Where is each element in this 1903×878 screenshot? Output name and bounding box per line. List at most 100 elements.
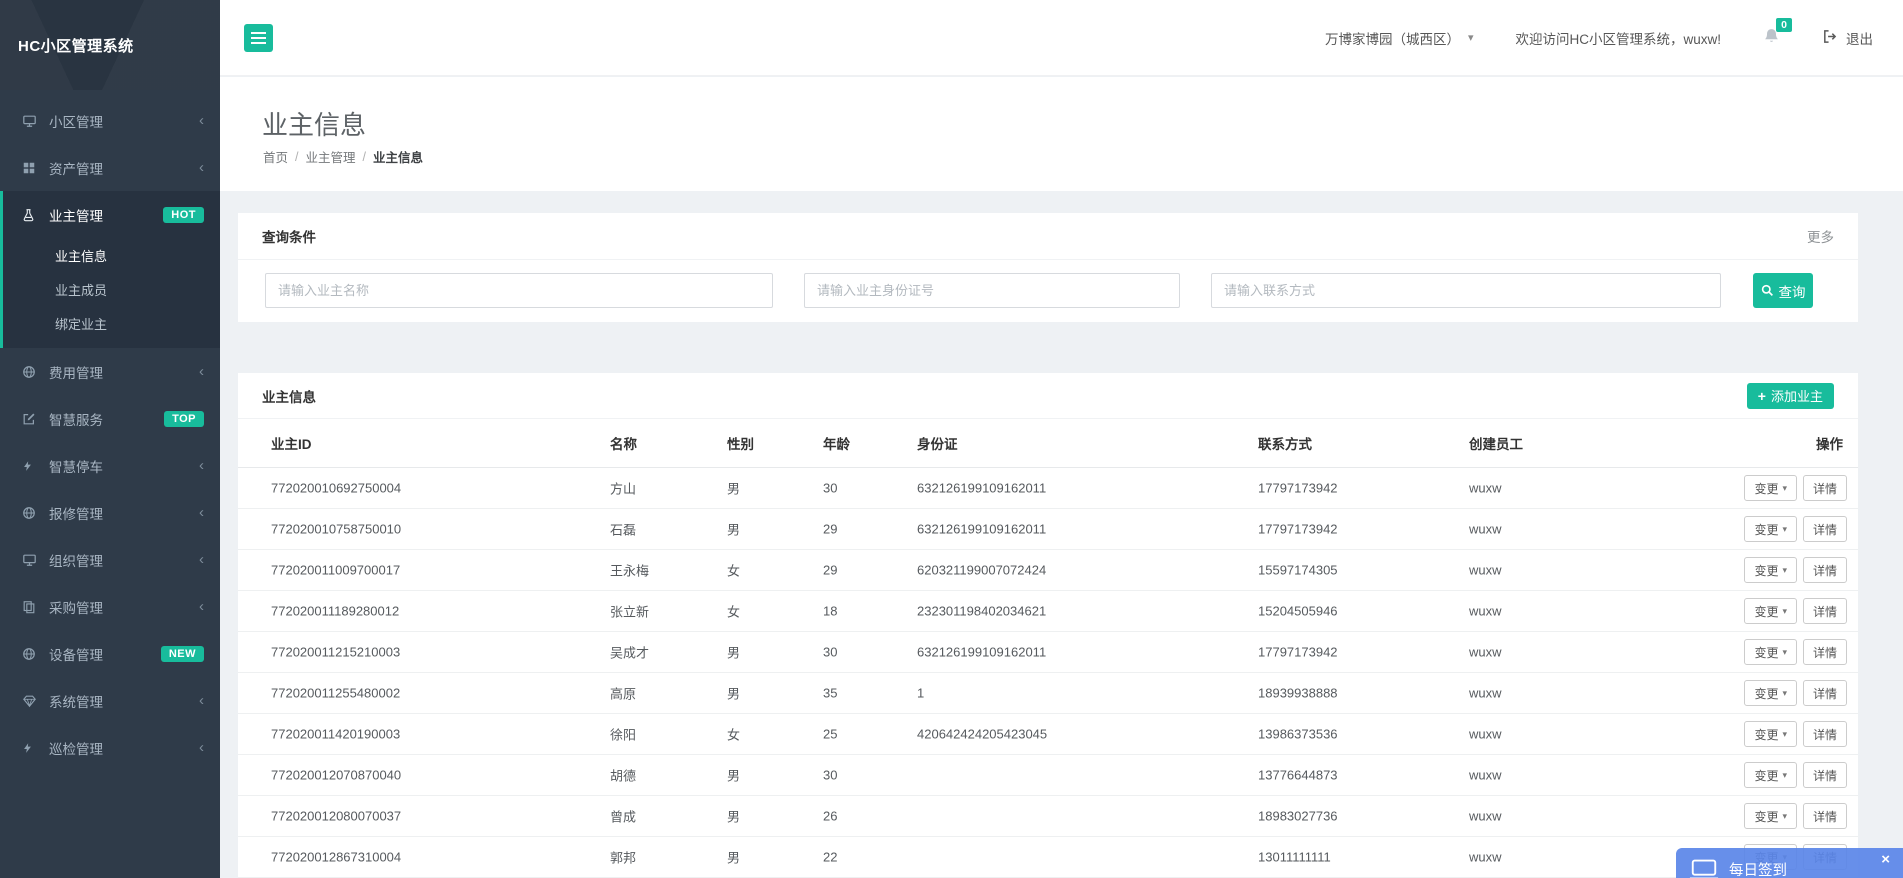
- more-link[interactable]: 更多: [1807, 226, 1834, 246]
- change-dropdown-button[interactable]: 变更▾: [1744, 721, 1797, 747]
- cell-creator: wuxw: [1469, 645, 1502, 660]
- globe-icon: [22, 505, 39, 521]
- cell-gender: 男: [727, 684, 740, 703]
- cell-phone: 18939938888: [1258, 686, 1338, 701]
- chevron-down-icon: ▾: [1782, 729, 1787, 740]
- owner-idcard-input[interactable]: [804, 273, 1180, 308]
- sidebar-item-label: 巡检管理: [49, 738, 103, 758]
- change-dropdown-button[interactable]: 变更▾: [1744, 680, 1797, 706]
- cell-name: 王永梅: [610, 561, 649, 580]
- change-dropdown-button[interactable]: 变更▾: [1744, 803, 1797, 829]
- grid-icon: [22, 160, 39, 176]
- sidebar-item-badge: TOP: [164, 411, 204, 427]
- col-idcard: 身份证: [917, 433, 958, 453]
- bolt-icon: [22, 740, 39, 756]
- sidebar-item-9[interactable]: 设备管理NEW: [0, 630, 220, 677]
- cell-creator: wuxw: [1469, 850, 1502, 865]
- cell-age: 29: [823, 522, 837, 537]
- col-phone: 联系方式: [1258, 433, 1312, 453]
- cell-name: 方山: [610, 479, 636, 498]
- owner-phone-input[interactable]: [1211, 273, 1721, 308]
- cell-name: 曾成: [610, 807, 636, 826]
- add-owner-button[interactable]: + 添加业主: [1747, 383, 1834, 409]
- query-button[interactable]: 查询: [1753, 273, 1813, 308]
- chevron-left-icon: ‹: [199, 693, 204, 708]
- change-dropdown-button[interactable]: 变更▾: [1744, 557, 1797, 583]
- community-name: 万博家博园（城西区）: [1325, 28, 1460, 48]
- detail-button[interactable]: 详情: [1803, 680, 1847, 706]
- community-selector[interactable]: 万博家博园（城西区） ▾: [1325, 28, 1474, 48]
- sidebar-item-1[interactable]: 资产管理‹: [0, 144, 220, 191]
- sidebar-item-label: 智慧服务: [49, 409, 103, 429]
- notifications-button[interactable]: 0: [1763, 27, 1780, 48]
- detail-button[interactable]: 详情: [1803, 721, 1847, 747]
- sidebar-subitem-2-1[interactable]: 业主成员: [3, 272, 220, 306]
- table-row: 772020012867310004郭邦男2213011111111wuxw变更…: [238, 837, 1858, 878]
- col-gender: 性别: [727, 433, 754, 453]
- change-dropdown-button[interactable]: 变更▾: [1744, 639, 1797, 665]
- search-panel-title: 查询条件: [262, 226, 316, 246]
- sidebar-item-7[interactable]: 组织管理‹: [0, 536, 220, 583]
- cell-age: 35: [823, 686, 837, 701]
- cell-phone: 15597174305: [1258, 563, 1338, 578]
- bolt-icon: [22, 458, 39, 474]
- detail-button[interactable]: 详情: [1803, 557, 1847, 583]
- logout-button[interactable]: 退出: [1822, 28, 1873, 48]
- change-dropdown-button[interactable]: 变更▾: [1744, 475, 1797, 501]
- detail-button[interactable]: 详情: [1803, 598, 1847, 624]
- col-owner-id: 业主ID: [271, 433, 312, 453]
- cell-phone: 17797173942: [1258, 522, 1338, 537]
- breadcrumb-home[interactable]: 首页: [263, 147, 288, 166]
- owners-panel-title: 业主信息: [262, 386, 316, 406]
- detail-button[interactable]: 详情: [1803, 516, 1847, 542]
- chevron-left-icon: ‹: [199, 505, 204, 520]
- cell-name: 吴成才: [610, 643, 649, 662]
- detail-button[interactable]: 详情: [1803, 762, 1847, 788]
- detail-button[interactable]: 详情: [1803, 803, 1847, 829]
- owner-name-input[interactable]: [265, 273, 773, 308]
- cell-age: 18: [823, 604, 837, 619]
- change-dropdown-button[interactable]: 变更▾: [1744, 762, 1797, 788]
- change-dropdown-button[interactable]: 变更▾: [1744, 598, 1797, 624]
- table-row: 772020012070870040胡德男3013776644873wuxw变更…: [238, 755, 1858, 796]
- sidebar-item-8[interactable]: 采购管理‹: [0, 583, 220, 630]
- hamburger-icon: [251, 32, 266, 34]
- gem-icon: [22, 693, 39, 709]
- table-row: 772020010692750004方山男3063212619910916201…: [238, 468, 1858, 509]
- sidebar-item-6[interactable]: 报修管理‹: [0, 489, 220, 536]
- cell-phone: 13986373536: [1258, 727, 1338, 742]
- sidebar-item-3[interactable]: 费用管理‹: [0, 348, 220, 395]
- detail-button[interactable]: 详情: [1803, 639, 1847, 665]
- cell-gender: 男: [727, 766, 740, 785]
- cell-actions: 变更▾详情: [1744, 475, 1847, 501]
- change-dropdown-button[interactable]: 变更▾: [1744, 516, 1797, 542]
- sidebar-item-4[interactable]: 智慧服务 TOP: [0, 395, 220, 442]
- sidebar-item-2[interactable]: 业主管理HOT: [3, 191, 220, 238]
- cell-actions: 变更▾详情: [1744, 721, 1847, 747]
- cell-phone: 15204505946: [1258, 604, 1338, 619]
- breadcrumb-owner-mgmt[interactable]: 业主管理: [306, 147, 356, 166]
- sidebar-item-5[interactable]: 智慧停车‹: [0, 442, 220, 489]
- chevron-down-icon: ▾: [1782, 647, 1787, 658]
- cell-phone: 13011111111: [1258, 850, 1331, 865]
- sidebar-subitem-2-2[interactable]: 绑定业主: [3, 306, 220, 340]
- cell-creator: wuxw: [1469, 727, 1502, 742]
- sidebar-item-10[interactable]: 系统管理‹: [0, 677, 220, 724]
- table-row: 772020010758750010石磊男2963212619910916201…: [238, 509, 1858, 550]
- page-header: 业主信息 首页 / 业主管理 / 业主信息: [220, 77, 1903, 191]
- laptop-icon: [1689, 859, 1719, 878]
- cell-idcard: 232301198402034621: [917, 604, 1046, 619]
- logout-label: 退出: [1846, 28, 1873, 48]
- sidebar-toggle-button[interactable]: [244, 24, 273, 52]
- cell-idcard: 632126199109162011: [917, 645, 1046, 660]
- sidebar-subitem-2-0[interactable]: 业主信息: [3, 238, 220, 272]
- cell-idcard: 632126199109162011: [917, 522, 1046, 537]
- cell-owner-id: 772020011009700017: [271, 563, 400, 578]
- search-panel-header: 查询条件 更多: [238, 213, 1858, 260]
- sidebar-item-11[interactable]: 巡检管理‹: [0, 724, 220, 771]
- cell-owner-id: 772020011189280012: [271, 604, 399, 619]
- detail-button[interactable]: 详情: [1803, 475, 1847, 501]
- sidebar-item-0[interactable]: 小区管理‹: [0, 97, 220, 144]
- app-window: HC小区管理系统 小区管理‹资产管理‹业主管理HOT业主信息业主成员绑定业主费用…: [0, 0, 1903, 878]
- close-icon[interactable]: ×: [1881, 852, 1890, 867]
